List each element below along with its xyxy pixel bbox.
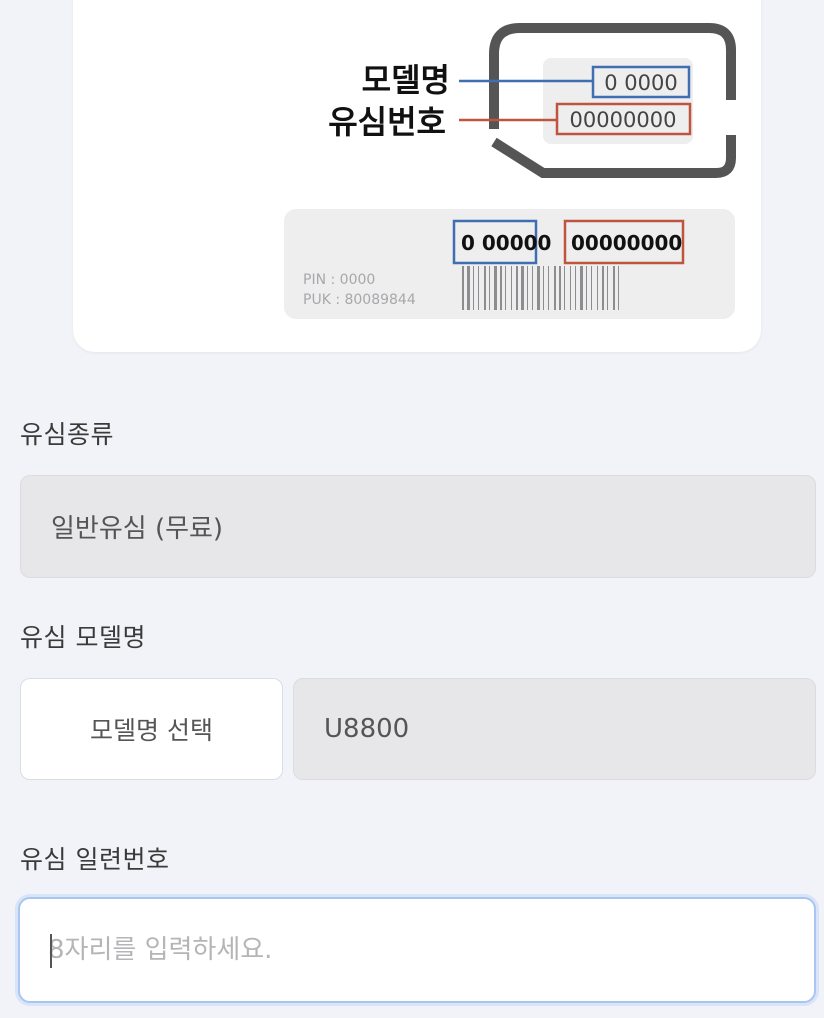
sim-type-field: 일반유심 (무료) bbox=[20, 475, 816, 578]
sim-guide-card: 0 0000 00000000 모델명 유심번호 0 00000 0000000… bbox=[73, 0, 761, 352]
sim-guide-illustration: 0 0000 00000000 모델명 유심번호 0 00000 0000000… bbox=[284, 23, 736, 319]
sim-model-label: 유심 모델명 bbox=[20, 623, 146, 652]
sim-serial-input[interactable] bbox=[48, 899, 788, 1001]
text-caret bbox=[50, 934, 52, 968]
puk-text: PUK : 80089844 bbox=[303, 292, 416, 308]
sim-serial-label: 유심 일련번호 bbox=[20, 845, 170, 874]
sim-serial-input-wrapper[interactable] bbox=[18, 897, 816, 1003]
card-serial-code-text: 00000000 bbox=[571, 231, 682, 255]
pin-text: PIN : 0000 bbox=[303, 272, 375, 288]
sim-type-label: 유심종류 bbox=[20, 420, 115, 449]
sim-number-callout-label: 유심번호 bbox=[328, 103, 446, 141]
sim-model-value: U8800 bbox=[324, 714, 410, 744]
sim-model-field: U8800 bbox=[293, 678, 816, 780]
card-model-code-text: 0 00000 bbox=[461, 231, 551, 255]
sim-model-code-text: 0 0000 bbox=[604, 71, 677, 95]
sim-serial-code-text: 00000000 bbox=[570, 108, 677, 132]
model-name-callout-label: 모델명 bbox=[362, 61, 450, 99]
sim-type-value: 일반유심 (무료) bbox=[51, 514, 224, 544]
model-select-button[interactable]: 모델명 선택 bbox=[20, 678, 283, 780]
